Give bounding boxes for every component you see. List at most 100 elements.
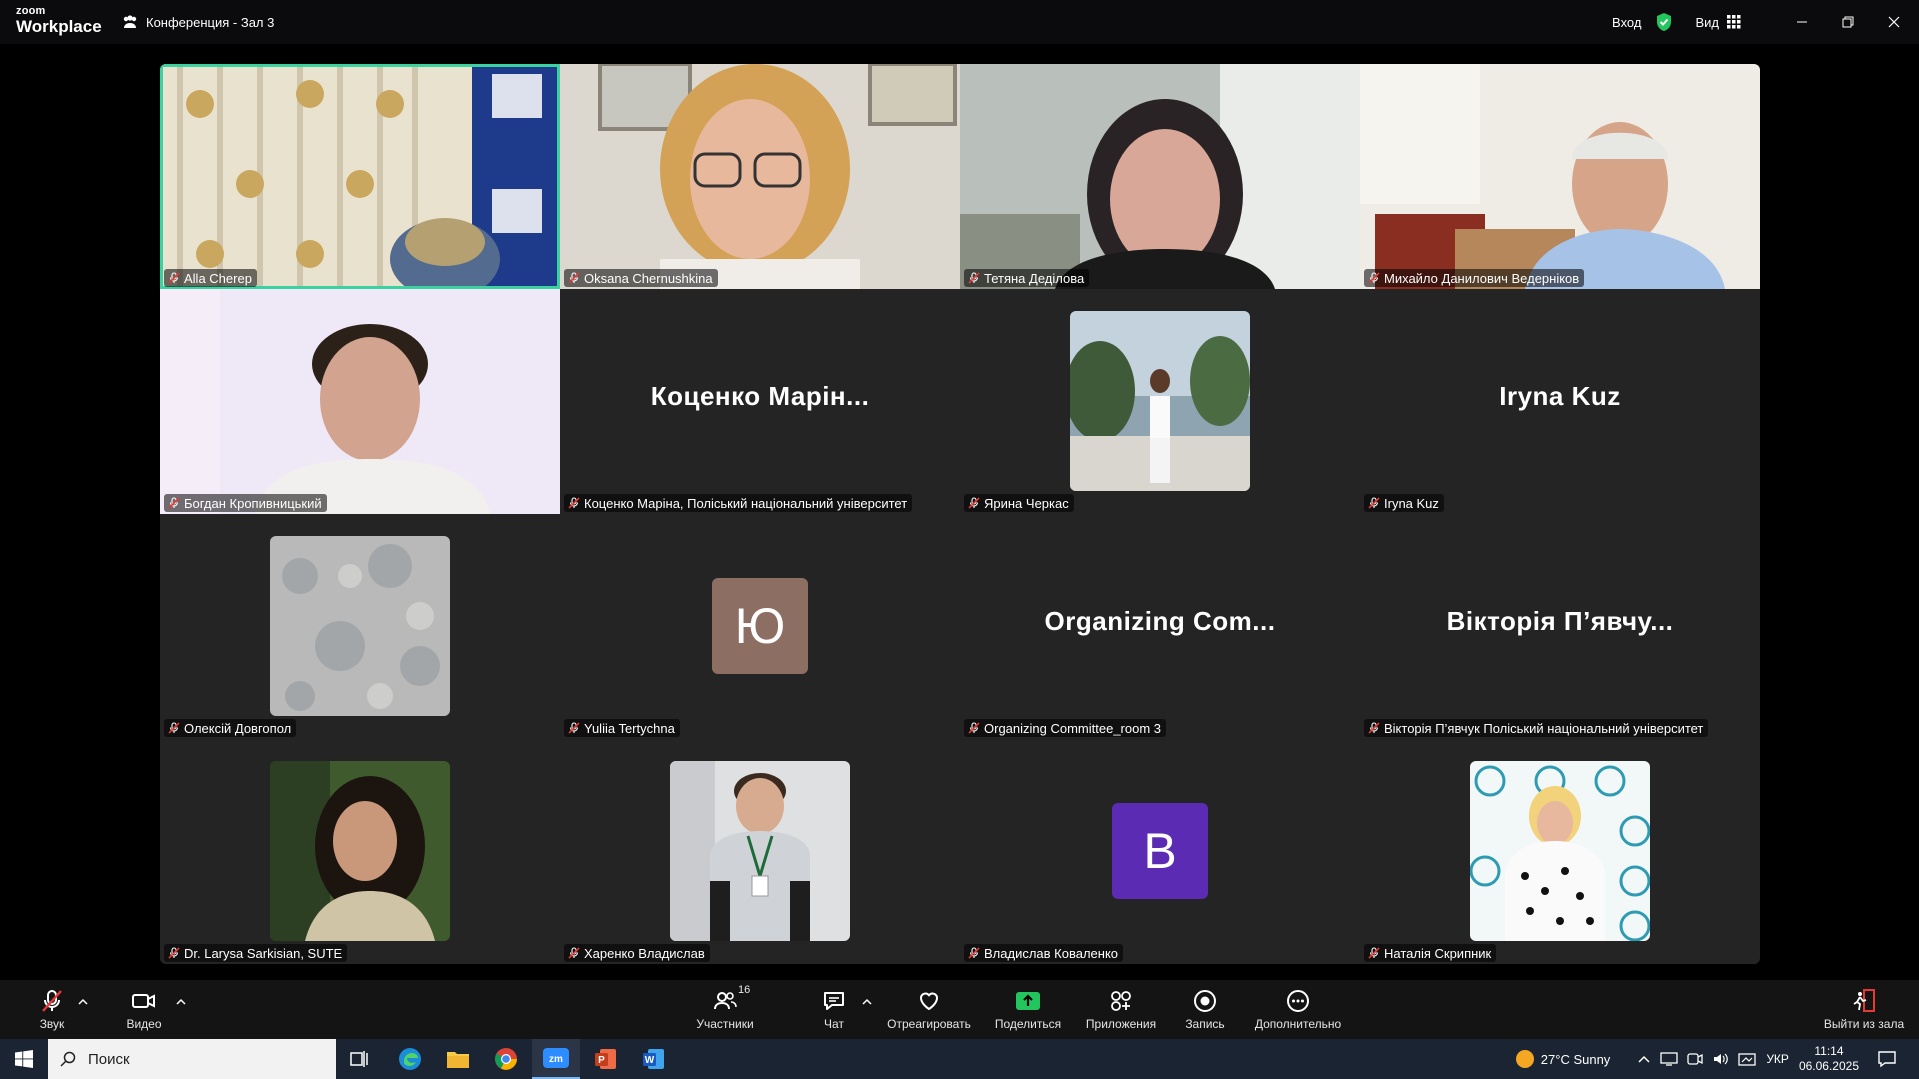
participant-tile[interactable]: Тетяна Деділова: [960, 64, 1360, 289]
participant-name-label: Alla Cherep: [164, 269, 257, 287]
svg-text:W: W: [645, 1055, 655, 1066]
participant-tile[interactable]: Коценко Марін... Коценко Маріна, Поліськ…: [560, 289, 960, 514]
powerpoint-icon: P: [595, 1049, 616, 1069]
close-icon: [1888, 16, 1900, 28]
restore-icon: [1842, 16, 1854, 28]
participants-icon: [714, 992, 737, 1010]
participant-tile[interactable]: Organizing Com... Organizing Committee_r…: [960, 514, 1360, 739]
participant-tile[interactable]: Михайло Данилович Ведерніков: [1360, 64, 1760, 289]
restore-button[interactable]: [1825, 0, 1871, 44]
signin-link[interactable]: Вход: [1612, 15, 1641, 30]
participant-avatar: [270, 536, 450, 716]
taskbar-zoom[interactable]: zm: [532, 1039, 580, 1079]
record-button[interactable]: Запись: [1182, 980, 1228, 1039]
mic-muted-icon: [968, 722, 980, 734]
participant-avatar: [270, 761, 450, 941]
volume-icon[interactable]: [1712, 1051, 1730, 1067]
participant-name: Олексій Довгопол: [184, 720, 292, 736]
participant-tile[interactable]: Alla Cherep: [160, 64, 560, 289]
participants-button[interactable]: 16 Участники: [690, 980, 760, 1039]
svg-text:zm: zm: [549, 1054, 563, 1065]
weather-sun-icon[interactable]: [1515, 1049, 1535, 1069]
chat-button[interactable]: Чат: [818, 980, 850, 1039]
participant-tile[interactable]: Dr. Larysa Sarkisian, SUTE: [160, 739, 560, 964]
participant-name-label: Organizing Committee_room 3: [964, 719, 1167, 737]
participant-video: [560, 64, 960, 289]
participant-name: Dr. Larysa Sarkisian, SUTE: [184, 945, 343, 961]
participant-tile[interactable]: Ю Yuliia Tertychna: [560, 514, 960, 739]
record-icon: [1194, 990, 1216, 1012]
participant-name: Yuliia Tertychna: [584, 720, 675, 736]
participant-name: Наталія Скрипник: [1384, 945, 1492, 961]
mic-muted-icon: [1368, 272, 1380, 284]
room-title[interactable]: Конференция - Зал 3: [122, 12, 274, 32]
start-button[interactable]: [0, 1039, 48, 1079]
title-bar: zoom Workplace Конференция - Зал 3 Вход …: [0, 0, 1919, 44]
participant-name-label: Владислав Коваленко: [964, 944, 1124, 962]
chrome-browser-icon: [495, 1048, 517, 1070]
mic-muted-icon: [968, 497, 980, 509]
participant-tile[interactable]: Вікторія П’явчу... Вікторія П’явчук Полі…: [1360, 514, 1760, 739]
participant-tile[interactable]: Наталія Скрипник: [1360, 739, 1760, 964]
tray-overflow-chevron-icon[interactable]: [1638, 1054, 1650, 1064]
mic-muted-icon: [168, 947, 180, 959]
participant-name-label: Ярина Черкас: [964, 494, 1074, 512]
taskbar-word[interactable]: W: [630, 1039, 678, 1079]
mic-muted-icon: [1368, 947, 1380, 959]
taskbar-powerpoint[interactable]: P: [582, 1039, 630, 1079]
wifi-icon[interactable]: [1738, 1051, 1756, 1067]
minimize-button[interactable]: [1779, 0, 1825, 44]
taskbar-search[interactable]: Поиск: [48, 1039, 336, 1079]
more-button[interactable]: Дополнительно: [1252, 980, 1344, 1039]
windows-logo-icon: [15, 1050, 33, 1068]
taskbar-chrome[interactable]: [482, 1039, 530, 1079]
mic-muted-icon: [1368, 497, 1380, 509]
participant-video: [160, 64, 560, 289]
input-language[interactable]: УКР: [1766, 1052, 1789, 1066]
weather-text[interactable]: 27°C Sunny: [1541, 1052, 1611, 1067]
search-placeholder: Поиск: [88, 1050, 130, 1068]
leave-room-button[interactable]: Выйти из зала: [1822, 980, 1906, 1039]
mic-muted-icon: [568, 272, 580, 284]
task-view-icon: [350, 1051, 368, 1067]
participant-tile[interactable]: Ярина Черкас: [960, 289, 1360, 514]
participant-tile[interactable]: В Владислав Коваленко: [960, 739, 1360, 964]
encryption-shield-icon[interactable]: [1655, 12, 1673, 32]
minimize-icon: [1797, 21, 1807, 23]
edge-browser-icon: [399, 1048, 421, 1070]
participant-tile[interactable]: Олексій Довгопол: [160, 514, 560, 739]
meet-now-icon[interactable]: [1686, 1051, 1704, 1067]
video-button[interactable]: Видео: [122, 980, 166, 1039]
task-view-button[interactable]: [336, 1039, 384, 1079]
participant-name-label: Наталія Скрипник: [1364, 944, 1497, 962]
participant-name-label: Yuliia Tertychna: [564, 719, 680, 737]
react-button[interactable]: Отреагировать: [887, 980, 971, 1039]
participant-tile[interactable]: Oksana Chernushkina: [560, 64, 960, 289]
participant-tile[interactable]: Харенко Владислав: [560, 739, 960, 964]
apps-button[interactable]: Приложения: [1083, 980, 1159, 1039]
taskbar-clock[interactable]: 11:14 06.06.2025: [1799, 1044, 1859, 1074]
participant-name: Тетяна Деділова: [984, 270, 1085, 286]
video-options-chevron-icon[interactable]: [176, 998, 186, 1006]
heart-icon: [919, 992, 939, 1011]
participant-tile[interactable]: Богдан Кропивницький: [160, 289, 560, 514]
share-button[interactable]: Поделиться: [993, 980, 1063, 1039]
mic-muted-icon: [568, 947, 580, 959]
audio-options-chevron-icon[interactable]: [78, 998, 88, 1006]
participant-name: Богдан Кропивницький: [184, 495, 322, 511]
mic-muted-icon: [568, 497, 580, 509]
notifications-icon[interactable]: [1877, 1050, 1897, 1068]
audio-button[interactable]: Звук: [30, 980, 74, 1039]
taskbar-file-explorer[interactable]: [434, 1039, 482, 1079]
participant-video: [1360, 64, 1760, 289]
network-icon[interactable]: [1660, 1051, 1678, 1067]
gallery-grid-icon[interactable]: [1727, 15, 1741, 29]
participant-name-label: Dr. Larysa Sarkisian, SUTE: [164, 944, 348, 962]
view-button[interactable]: Вид: [1695, 15, 1719, 30]
participant-name-label: Oksana Chernushkina: [564, 269, 718, 287]
participant-tile[interactable]: Iryna Kuz Iryna Kuz: [1360, 289, 1760, 514]
taskbar-edge[interactable]: [386, 1039, 434, 1079]
close-button[interactable]: [1871, 0, 1917, 44]
search-icon: [60, 1051, 76, 1067]
chat-options-chevron-icon[interactable]: [862, 998, 872, 1006]
